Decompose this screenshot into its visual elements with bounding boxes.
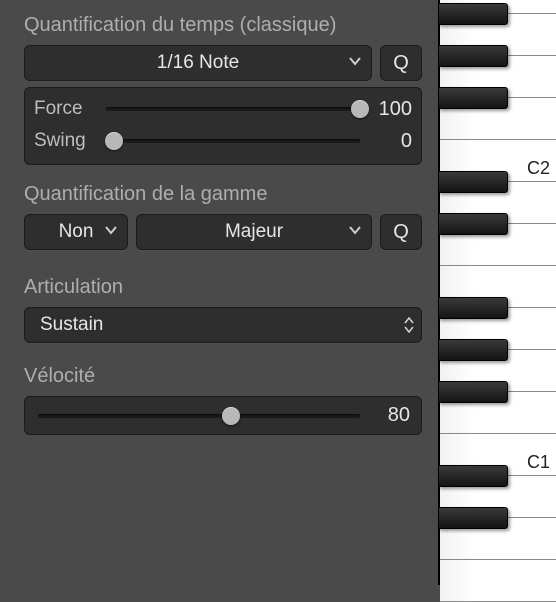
black-key[interactable]	[438, 87, 508, 109]
black-key[interactable]	[438, 507, 508, 529]
piano-keyboard[interactable]: C2 C1	[438, 0, 556, 585]
swing-slider[interactable]	[106, 131, 360, 151]
key-label-c1: C1	[527, 452, 550, 473]
time-quantize-division-select[interactable]: 1/16 Note	[24, 45, 372, 81]
time-quantize-title: Quantification du temps (classique)	[24, 14, 422, 37]
time-quantize-apply-button[interactable]: Q	[380, 45, 422, 81]
black-key[interactable]	[438, 297, 508, 319]
scale-quantize-scale-value: Majeur	[225, 221, 283, 243]
chevron-down-icon	[348, 221, 362, 243]
black-key[interactable]	[438, 213, 508, 235]
swing-value: 0	[368, 130, 412, 153]
velocity-value: 80	[370, 404, 410, 427]
black-key[interactable]	[438, 171, 508, 193]
q-label: Q	[393, 52, 409, 75]
black-key[interactable]	[438, 3, 508, 25]
chevron-down-icon	[348, 52, 362, 74]
scale-quantize-title: Quantification de la gamme	[24, 183, 422, 206]
key-label-c2: C2	[527, 158, 550, 179]
time-quantize-sliders: Force 100 Swing 0	[24, 87, 422, 165]
velocity-box: 80	[24, 396, 422, 435]
scale-quantize-enable-select[interactable]: Non	[24, 214, 128, 250]
swing-label: Swing	[34, 130, 98, 152]
scale-quantize-scale-select[interactable]: Majeur	[136, 214, 372, 250]
articulation-title: Articulation	[24, 276, 422, 299]
black-key[interactable]	[438, 45, 508, 67]
scale-quantize-enable-value: Non	[59, 221, 94, 243]
black-key[interactable]	[438, 381, 508, 403]
white-key[interactable]	[440, 560, 556, 602]
articulation-value: Sustain	[40, 314, 103, 336]
strength-value: 100	[368, 98, 412, 121]
articulation-select[interactable]: Sustain	[24, 307, 422, 343]
black-key[interactable]	[438, 339, 508, 361]
strength-label: Force	[34, 98, 98, 120]
inspector-panel: Quantification du temps (classique) 1/16…	[0, 0, 438, 585]
velocity-title: Vélocité	[24, 365, 422, 388]
velocity-slider[interactable]	[38, 406, 360, 426]
scale-quantize-apply-button[interactable]: Q	[380, 214, 422, 250]
updown-icon	[404, 317, 414, 333]
chevron-down-icon	[104, 221, 118, 243]
time-quantize-division-value: 1/16 Note	[157, 52, 239, 74]
strength-slider[interactable]	[106, 99, 360, 119]
q-label: Q	[393, 221, 409, 244]
black-key[interactable]	[438, 465, 508, 487]
